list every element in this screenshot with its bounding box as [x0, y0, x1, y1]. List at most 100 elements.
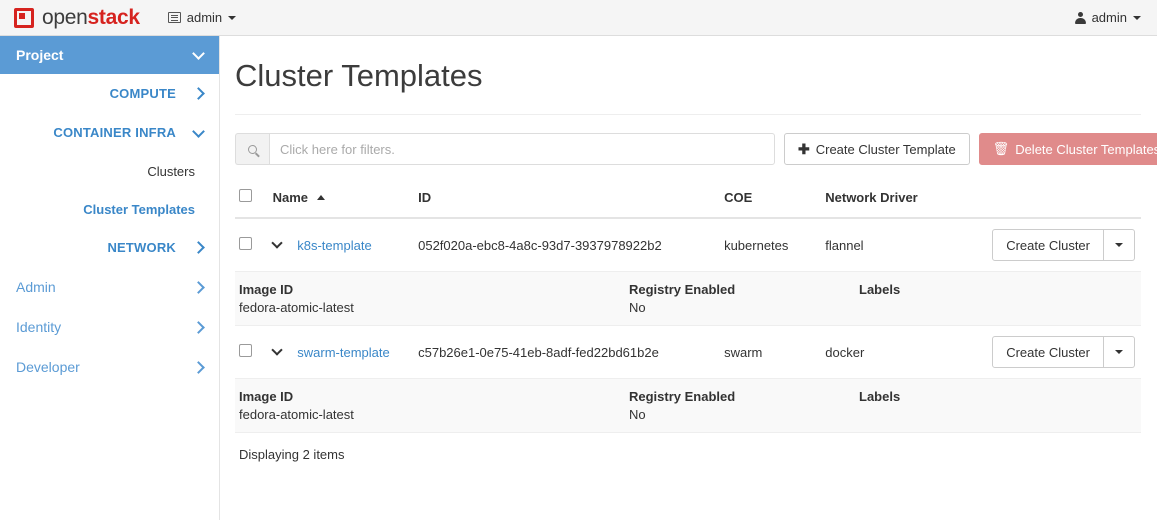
detail-image-id-value: fedora-atomic-latest — [239, 300, 629, 315]
chevron-right-icon — [192, 281, 205, 294]
row-network-driver-cell: docker — [821, 326, 967, 379]
sidebar-item-identity-label: Identity — [16, 319, 61, 335]
row-select-cell — [235, 218, 269, 272]
create-cluster-template-button[interactable]: ✚ Create Cluster Template — [784, 133, 970, 165]
sidebar-group-network[interactable]: NETWORK — [0, 228, 219, 267]
cluster-template-link[interactable]: k8s-template — [297, 238, 371, 253]
main-content: Cluster Templates ✚ Create Cluster Templ… — [221, 36, 1157, 520]
sidebar-project-label: Project — [16, 47, 63, 63]
sidebar-item-clusters-label: Clusters — [147, 164, 195, 179]
delete-cluster-templates-label: Delete Cluster Templates — [1015, 142, 1157, 157]
column-header-network-driver[interactable]: Network Driver — [821, 179, 967, 218]
sidebar-item-admin-label: Admin — [16, 279, 56, 295]
detail-image-id: Image ID fedora-atomic-latest — [239, 389, 629, 422]
sidebar-item-cluster-templates[interactable]: Cluster Templates — [0, 190, 219, 228]
detail-image-id-value: fedora-atomic-latest — [239, 407, 629, 422]
row-coe-cell: kubernetes — [720, 218, 821, 272]
detail-image-id-label: Image ID — [239, 389, 629, 404]
openstack-logo[interactable]: openstack — [14, 6, 140, 30]
table-row[interactable]: k8s-template 052f020a-ebc8-4a8c-93d7-393… — [235, 218, 1141, 272]
chevron-down-icon — [1133, 16, 1141, 20]
openstack-logo-icon — [14, 8, 34, 28]
brand-stack: stack — [88, 6, 140, 29]
sidebar-group-compute[interactable]: COMPUTE — [0, 74, 219, 113]
chevron-down-icon[interactable] — [271, 237, 282, 248]
row-checkbox[interactable] — [239, 237, 252, 250]
column-header-network-driver-label: Network Driver — [825, 190, 917, 205]
detail-image-id: Image ID fedora-atomic-latest — [239, 282, 629, 315]
row-checkbox[interactable] — [239, 344, 252, 357]
brand-open: open — [42, 6, 88, 29]
delete-cluster-templates-button[interactable]: 🗑 Delete Cluster Templates — [979, 133, 1157, 165]
row-id-cell: c57b26e1-0e75-41eb-8adf-fed22bd61b2e — [414, 326, 720, 379]
detail-registry-enabled-label: Registry Enabled — [629, 389, 859, 404]
create-cluster-button[interactable]: Create Cluster — [992, 336, 1104, 368]
detail-registry-enabled: Registry Enabled No — [629, 389, 859, 422]
row-action-split-button: Create Cluster — [992, 229, 1135, 261]
table-body: k8s-template 052f020a-ebc8-4a8c-93d7-393… — [235, 218, 1141, 433]
column-header-id-label: ID — [418, 190, 431, 205]
row-actions-dropdown-toggle[interactable] — [1104, 336, 1135, 368]
sidebar-group-container-infra[interactable]: CONTAINER INFRA — [0, 113, 219, 152]
row-coe-cell: swarm — [720, 326, 821, 379]
table-item-count: Displaying 2 items — [235, 433, 1141, 462]
select-all-checkbox[interactable] — [239, 189, 252, 202]
trash-icon: 🗑 — [993, 141, 1010, 157]
sidebar-project-header[interactable]: Project — [0, 36, 219, 74]
column-header-actions — [967, 179, 1141, 218]
column-header-name[interactable]: Name — [269, 179, 414, 218]
select-all-header — [235, 179, 269, 218]
table-row-detail: Image ID fedora-atomic-latest Registry E… — [235, 379, 1141, 433]
plus-icon: ✚ — [798, 141, 810, 158]
table-header: Name ID COE Network Driver — [235, 179, 1141, 218]
search-input[interactable] — [269, 133, 775, 165]
column-header-coe[interactable]: COE — [720, 179, 821, 218]
sidebar-item-identity[interactable]: Identity — [0, 307, 219, 347]
row-action-split-button: Create Cluster — [992, 336, 1135, 368]
row-network-driver-cell: flannel — [821, 218, 967, 272]
row-detail-grid: Image ID fedora-atomic-latest Registry E… — [239, 282, 1137, 315]
chevron-down-icon — [192, 47, 205, 60]
sidebar-item-cluster-templates-label: Cluster Templates — [83, 202, 195, 217]
sidebar-group-compute-label: COMPUTE — [110, 86, 176, 101]
detail-labels: Labels — [859, 282, 1059, 315]
chevron-right-icon — [192, 361, 205, 374]
column-header-name-label: Name — [273, 190, 308, 205]
chevron-down-icon — [1115, 350, 1123, 354]
cluster-templates-table: Name ID COE Network Driver — [235, 179, 1141, 433]
create-cluster-template-label: Create Cluster Template — [816, 142, 956, 157]
filter-group — [235, 133, 775, 165]
row-detail-cell: Image ID fedora-atomic-latest Registry E… — [235, 272, 1141, 326]
detail-labels: Labels — [859, 389, 1059, 422]
detail-labels-label: Labels — [859, 282, 1059, 297]
sidebar-group-network-label: NETWORK — [107, 240, 176, 255]
brand-text: openstack — [42, 6, 140, 30]
chevron-down-icon[interactable] — [271, 344, 282, 355]
sort-ascending-icon — [317, 195, 325, 200]
sidebar-item-admin[interactable]: Admin — [0, 267, 219, 307]
table-header-row: Name ID COE Network Driver — [235, 179, 1141, 218]
detail-registry-enabled-label: Registry Enabled — [629, 282, 859, 297]
chevron-right-icon — [192, 321, 205, 334]
column-header-id[interactable]: ID — [414, 179, 720, 218]
detail-registry-enabled-value: No — [629, 300, 859, 315]
create-cluster-button[interactable]: Create Cluster — [992, 229, 1104, 261]
search-icon — [248, 145, 257, 154]
row-detail-cell: Image ID fedora-atomic-latest Registry E… — [235, 379, 1141, 433]
row-select-cell — [235, 326, 269, 379]
sidebar-item-developer[interactable]: Developer — [0, 347, 219, 387]
chevron-down-icon — [228, 16, 236, 20]
sidebar-group-container-infra-label: CONTAINER INFRA — [53, 125, 176, 140]
user-icon — [1075, 12, 1086, 24]
chevron-right-icon — [192, 87, 205, 100]
user-menu[interactable]: admin — [1075, 10, 1141, 25]
project-switcher[interactable]: admin — [168, 10, 236, 25]
detail-labels-label: Labels — [859, 389, 1059, 404]
cluster-template-link[interactable]: swarm-template — [297, 345, 389, 360]
row-actions-cell: Create Cluster — [967, 326, 1141, 379]
row-actions-cell: Create Cluster — [967, 218, 1141, 272]
sidebar-item-clusters[interactable]: Clusters — [0, 152, 219, 190]
row-actions-dropdown-toggle[interactable] — [1104, 229, 1135, 261]
row-name-cell: swarm-template — [269, 326, 414, 379]
table-row[interactable]: swarm-template c57b26e1-0e75-41eb-8adf-f… — [235, 326, 1141, 379]
